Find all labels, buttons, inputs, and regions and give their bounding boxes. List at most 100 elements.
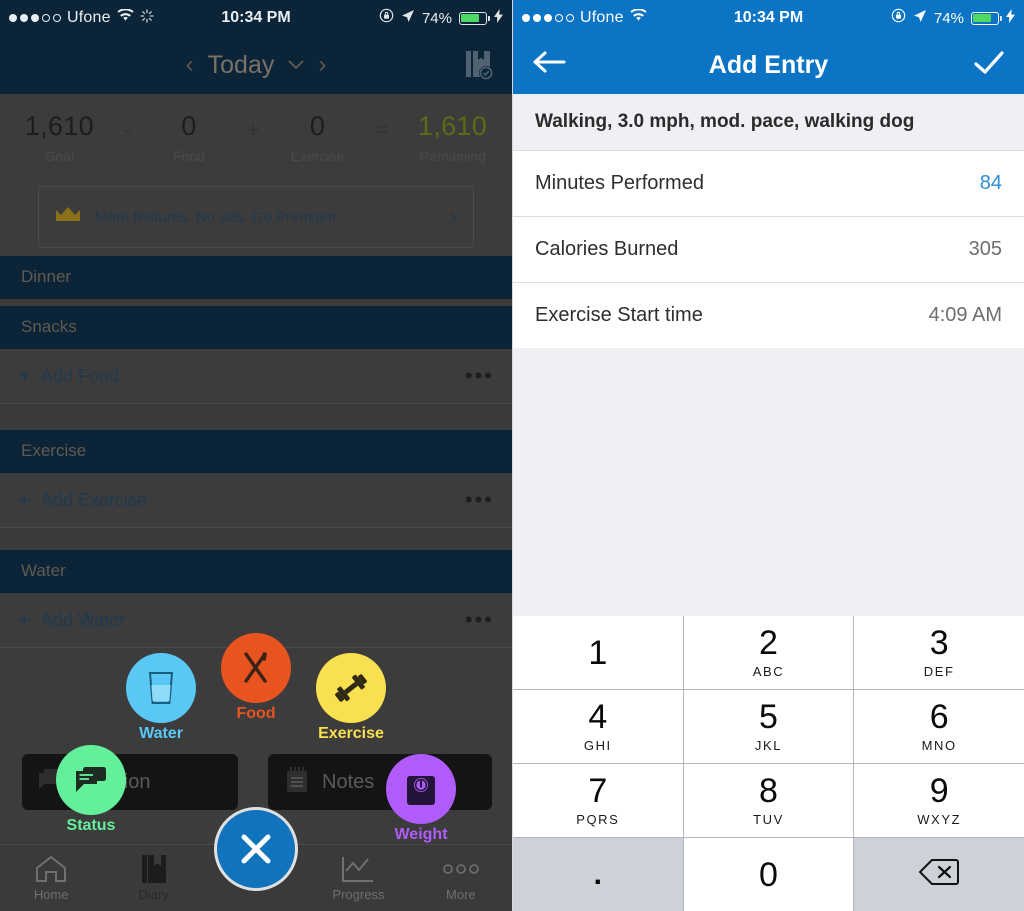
checkmark-icon[interactable] (974, 50, 1004, 80)
field-exercise-start-time[interactable]: Exercise Start time 4:09 AM (513, 282, 1024, 348)
chevron-right-icon: › (449, 204, 457, 229)
keypad-key-4[interactable]: 4 GHI (513, 690, 683, 763)
key-number: 6 (929, 698, 949, 736)
add-exercise-label: Add Exercise (40, 489, 147, 510)
rotation-lock-icon (891, 8, 906, 28)
premium-divider (0, 248, 512, 256)
field-minutes-performed[interactable]: Minutes Performed 84 (513, 150, 1024, 216)
keypad-key-0[interactable]: 0 (683, 838, 854, 911)
right-screen-add-entry: Ufone 10:34 PM 74% Add Entry Walking, 3.… (512, 0, 1024, 911)
next-day-button[interactable]: › (318, 51, 326, 79)
lightning-bolt-icon (494, 8, 503, 28)
more-options-icon[interactable]: ••• (465, 365, 494, 387)
keypad-key-2[interactable]: 2 ABC (683, 616, 854, 689)
status-bar-left: Ufone (9, 8, 154, 28)
keypad-key-3[interactable]: 3 DEF (854, 616, 1024, 689)
keypad-key-backspace[interactable] (854, 838, 1024, 911)
key-number: . (593, 857, 602, 891)
tab-home[interactable]: Home (0, 854, 102, 902)
key-letters: PQRS (576, 812, 620, 827)
keypad-key-1[interactable]: 1 (513, 616, 683, 689)
notes-menu-bar[interactable]: Notes (268, 754, 492, 810)
notes-menu-label: Notes (322, 770, 375, 793)
fab-water-label: Water (139, 725, 183, 742)
status-bar-left: Ufone (522, 8, 647, 27)
section-gap (0, 299, 512, 306)
tab-more-label: More (446, 887, 476, 902)
fab-status[interactable] (56, 745, 126, 815)
battery-percent-label: 74% (421, 9, 452, 27)
tab-diary[interactable]: Diary (102, 854, 204, 902)
key-number: 3 (929, 624, 949, 662)
left-status-bar: Ufone 10:34 PM 74% (0, 0, 512, 36)
activity-spinner-icon (140, 8, 154, 28)
field-calories-burned[interactable]: Calories Burned 305 (513, 216, 1024, 282)
back-arrow-icon[interactable] (533, 50, 567, 80)
add-exercise-row[interactable]: + Add Exercise ••• (0, 473, 512, 528)
operator-plus: + (246, 117, 260, 142)
location-arrow-icon (913, 9, 927, 28)
key-number: 1 (588, 633, 608, 672)
status-bar-right: 74% (891, 8, 1015, 28)
premium-banner[interactable]: More features. No ads. Go Premium. › (38, 186, 474, 248)
keypad-key-9[interactable]: 9 WXYZ (854, 764, 1024, 837)
field-value[interactable]: 305 (969, 238, 1002, 261)
keypad-key-8[interactable]: 8 TUV (683, 764, 854, 837)
nutrition-menu-bar[interactable]: Nutrition (22, 754, 238, 810)
lightning-bolt-icon (1006, 8, 1015, 28)
more-options-icon[interactable]: ••• (465, 489, 494, 511)
tab-progress[interactable]: Progress (307, 854, 409, 902)
key-letters: WXYZ (917, 812, 962, 827)
chevron-down-icon[interactable] (288, 55, 304, 75)
keypad-key-decimal[interactable]: . (513, 838, 683, 911)
summary-goal: 1,610 Goal (25, 111, 94, 164)
field-label: Calories Burned (535, 238, 679, 260)
battery-percent-label: 74% (933, 9, 964, 27)
home-icon (0, 854, 102, 884)
diary-icon (102, 854, 204, 884)
add-food-label: Add Food (40, 365, 119, 386)
prev-day-button[interactable]: ‹ (186, 51, 194, 79)
summary-remaining: 1,610 Remaining (418, 111, 487, 164)
key-letters: DEF (923, 664, 955, 679)
tab-progress-label: Progress (332, 887, 385, 902)
summary-food: 0 Food (161, 111, 217, 164)
field-value[interactable]: 4:09 AM (929, 304, 1002, 327)
current-date-label[interactable]: Today (208, 51, 275, 80)
fab-water[interactable] (126, 653, 196, 723)
date-navigator[interactable]: ‹ Today › (186, 51, 327, 80)
tab-more[interactable]: More (410, 854, 512, 902)
fab-weight[interactable] (386, 754, 456, 824)
carrier-label: Ufone (67, 9, 111, 26)
add-food-row[interactable]: + Add Food ••• (0, 349, 512, 404)
quick-add-fab-menu: Nutrition Notes Water (0, 621, 512, 911)
goal-value: 1,610 (24, 111, 94, 141)
fab-status-label: Status (66, 817, 116, 834)
tab-diary-label: Diary (138, 887, 169, 902)
key-number: 5 (759, 698, 778, 736)
right-status-bar: Ufone 10:34 PM 74% (513, 0, 1024, 36)
fab-exercise[interactable] (316, 653, 386, 723)
backspace-icon (918, 858, 960, 891)
numeric-keypad: 1 2 ABC 3 DEF 4 GHI 5 JKL 6 MNO 7 PQRS 8… (513, 616, 1024, 911)
signal-strength-dots (522, 14, 574, 22)
close-fab-button[interactable] (214, 807, 298, 891)
field-label: Exercise Start time (535, 304, 703, 326)
operator-minus: - (123, 117, 132, 142)
fab-food[interactable] (221, 633, 291, 703)
section-header-dinner: Dinner (0, 256, 512, 299)
key-letters: GHI (583, 738, 612, 753)
fab-food-label: Food (236, 705, 276, 722)
wifi-icon (117, 8, 134, 27)
operator-equals: = (375, 117, 389, 142)
diary-check-icon[interactable] (464, 49, 494, 81)
keypad-key-7[interactable]: 7 PQRS (513, 764, 683, 837)
key-number: 9 (929, 772, 949, 810)
section-gap (0, 404, 512, 430)
field-label: Minutes Performed (535, 172, 704, 194)
keypad-key-5[interactable]: 5 JKL (683, 690, 854, 763)
keypad-key-6[interactable]: 6 MNO (854, 690, 1024, 763)
wifi-icon (630, 8, 647, 27)
key-number: 8 (759, 772, 778, 810)
field-value[interactable]: 84 (980, 172, 1002, 195)
